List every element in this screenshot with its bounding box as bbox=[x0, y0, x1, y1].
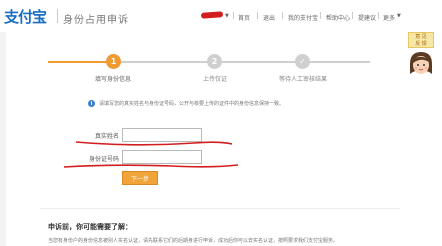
nav-divider bbox=[320, 12, 321, 19]
feedback-widget[interactable]: 意 见 反 馈 bbox=[404, 30, 438, 82]
step-line-before-1 bbox=[48, 61, 106, 63]
nav-logout-link[interactable]: 退出 bbox=[263, 13, 275, 22]
step-1-circle: 1 bbox=[106, 54, 121, 69]
nav-divider bbox=[352, 12, 353, 19]
feedback-tag-line-2: 反 馈 bbox=[415, 41, 427, 47]
nav-feedback-link[interactable]: 提建议 bbox=[358, 13, 376, 22]
nav-divider bbox=[233, 12, 234, 19]
step-2-circle: 2 bbox=[207, 54, 222, 69]
page-title: 身份占用申诉 bbox=[63, 15, 129, 26]
step-line-2-3 bbox=[222, 61, 296, 63]
nav-home-link[interactable]: 首页 bbox=[238, 13, 250, 22]
step-1-label: 填写身份信息 bbox=[94, 76, 132, 83]
alipay-logo[interactable]: 支付宝 bbox=[4, 6, 47, 27]
step-line-after-3 bbox=[310, 61, 370, 63]
step-3-check-icon: ✓ bbox=[295, 54, 310, 69]
feedback-tag[interactable]: 意 见 反 馈 bbox=[408, 32, 434, 48]
section-divider bbox=[40, 208, 400, 209]
annotation-underline-1 bbox=[75, 141, 233, 146]
nav-my-alipay-link[interactable]: 我的支付宝 bbox=[288, 13, 318, 22]
redacted-username[interactable] bbox=[200, 11, 224, 19]
info-notice: i 请填写您的真实姓名与身份证号码，公开与核要上传的证件中的身份信息保持一致。 bbox=[88, 100, 284, 107]
nav-divider bbox=[282, 12, 283, 19]
support-avatar-icon[interactable] bbox=[407, 50, 435, 78]
logo-divider bbox=[57, 9, 58, 23]
notice-text: 当您有身份户的身份信息被别人实名认证，请先联系它们的后期身进行申诉，成功后你可以… bbox=[48, 238, 339, 244]
nav-divider bbox=[257, 12, 258, 19]
step-3-label: 等待人工审核结果 bbox=[278, 76, 328, 83]
step-2-label: 上传仅证 bbox=[202, 76, 228, 83]
notice-title: 申诉前，你可能需要了解： bbox=[48, 223, 132, 231]
progress-steps: 1 2 ✓ 填写身份信息 上传仅证 等待人工审核结果 bbox=[0, 50, 442, 90]
feedback-tag-line-1: 意 见 bbox=[415, 34, 427, 40]
step-line-1-2 bbox=[121, 61, 208, 63]
nav-help-center-link[interactable]: 帮助中心 bbox=[326, 13, 350, 22]
nav-more-link[interactable]: 更多 bbox=[383, 13, 395, 22]
info-icon: i bbox=[88, 100, 95, 107]
info-text: 请填写您的真实姓名与身份证号码，公开与核要上传的证件中的身份信息保持一致。 bbox=[99, 101, 285, 107]
more-dropdown-caret[interactable]: ▼ bbox=[397, 13, 401, 19]
account-dropdown-caret[interactable]: ▼ bbox=[225, 13, 229, 19]
header-bar: 支付宝 身份占用申诉 ▼ 首页 退出 我的支付宝 帮助中心 提建议 更多 ▼ bbox=[0, 0, 442, 32]
nav-divider bbox=[378, 12, 379, 19]
next-step-button[interactable]: 下一步 bbox=[122, 171, 158, 185]
